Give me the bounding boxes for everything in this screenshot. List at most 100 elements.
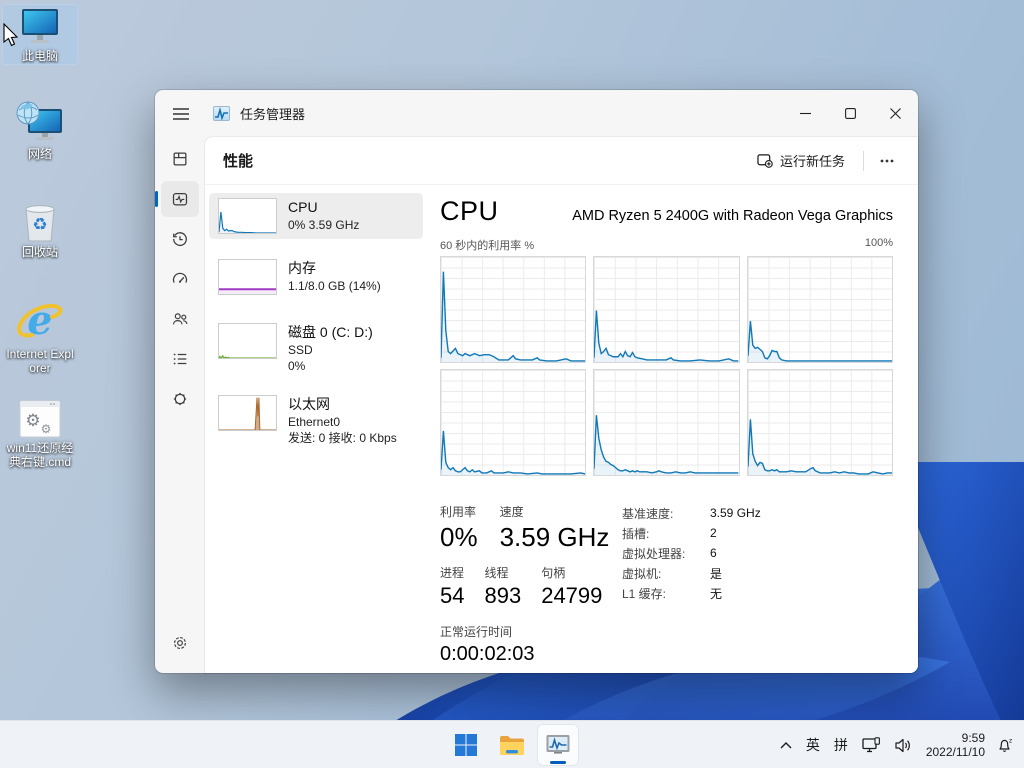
core-graph-2[interactable] <box>593 256 739 363</box>
run-new-task-label: 运行新任务 <box>780 151 845 170</box>
speaker-icon[interactable] <box>890 734 918 757</box>
windows-start-icon <box>454 733 478 757</box>
header-divider <box>863 151 864 171</box>
stat-value-speed: 3.59 GHz <box>500 522 610 552</box>
sidebar-item-app-history[interactable] <box>161 221 199 257</box>
desktop-icon-label: 此电脑 <box>22 49 58 63</box>
sidebar-item-performance[interactable] <box>161 181 199 217</box>
core-graph-4[interactable] <box>440 369 586 476</box>
sidebar-item-startup-apps[interactable] <box>161 261 199 297</box>
users-icon <box>171 310 189 328</box>
core-graph-3[interactable] <box>747 256 893 363</box>
task-manager-taskbar-button[interactable] <box>538 725 578 765</box>
metric-subtitle: SSD <box>288 342 373 358</box>
metric-subtitle2: 0% <box>288 358 373 374</box>
metric-subtitle: 0% 3.59 GHz <box>288 217 359 233</box>
desktop-icon-recycle-bin[interactable]: ♻ 回收站 <box>2 196 78 261</box>
content-panel: 性能 运行新任务 CPU 0% 3.59 <box>205 137 918 673</box>
detail-value: 3.59 GHz <box>710 506 761 520</box>
stat-value-handles: 24799 <box>541 583 602 609</box>
sidebar-item-settings[interactable] <box>161 625 199 661</box>
start-button[interactable] <box>446 725 486 765</box>
sidebar-item-processes[interactable] <box>161 141 199 177</box>
tray-time: 9:59 <box>926 731 985 745</box>
stat-value-utilization: 0% <box>440 522 478 552</box>
cpu-model-subtitle: AMD Ryzen 5 2400G with Radeon Vega Graph… <box>572 208 893 224</box>
core-graph-1[interactable] <box>440 256 586 363</box>
hamburger-menu-icon[interactable] <box>163 98 199 130</box>
stat-label-uptime: 正常运行时间 <box>440 623 893 640</box>
more-options-ellipsis-icon[interactable] <box>872 153 902 169</box>
detail-value: 无 <box>710 585 722 602</box>
list-item-ethernet[interactable]: 以太网 Ethernet0 发送: 0 接收: 0 Kbps <box>209 390 423 451</box>
stat-value-processes: 54 <box>440 583 464 609</box>
desktop-icon-internet-explorer[interactable]: e Internet Explorer <box>2 294 78 377</box>
close-icon[interactable] <box>873 90 918 137</box>
desktop-icon-label: win11还原经典右键.cmd <box>3 441 77 469</box>
run-new-task-button[interactable]: 运行新任务 <box>747 145 855 176</box>
stat-label-processes: 进程 <box>440 564 464 581</box>
desktop-icon-network[interactable]: 网络 <box>2 98 78 163</box>
task-manager-taskbar-icon <box>545 734 571 756</box>
list-item-memory[interactable]: 内存 1.1/8.0 GB (14%) <box>209 254 423 300</box>
page-header: 性能 运行新任务 <box>205 137 918 185</box>
desktop-icon-label: Internet Explorer <box>3 347 77 375</box>
this-pc-monitor-icon <box>17 7 63 47</box>
cmd-script-gears-icon: ⚙ ⚙ <box>18 399 62 439</box>
disk-mini-graph <box>218 323 277 359</box>
sidebar-item-users[interactable] <box>161 301 199 337</box>
list-item-disk[interactable]: 磁盘 0 (C: D:) SSD 0% <box>209 318 423 379</box>
per-core-graph-grid <box>440 256 893 476</box>
metric-subtitle: Ethernet0 <box>288 414 397 430</box>
page-title: 性能 <box>223 150 253 171</box>
startup-apps-icon <box>171 270 189 288</box>
memory-mini-graph <box>218 259 277 295</box>
detail-value: 6 <box>710 546 717 560</box>
ime-language-indicator[interactable]: 英 <box>801 731 825 759</box>
metric-title: 内存 <box>288 259 381 278</box>
list-item-cpu[interactable]: CPU 0% 3.59 GHz <box>209 193 423 239</box>
new-task-window-plus-icon <box>757 153 773 168</box>
internet-explorer-icon: e <box>16 297 64 345</box>
core-graph-5[interactable] <box>593 369 739 476</box>
detail-value: 2 <box>710 526 717 540</box>
recycle-bin-icon: ♻ <box>20 199 60 243</box>
cpu-spec-details: 基准速度:3.59 GHz 插槽:2 虚拟处理器:6 虚拟机:是 L1 缓存:无 <box>622 503 761 603</box>
ime-pinyin-indicator[interactable]: 拼 <box>829 731 853 759</box>
window-title: 任务管理器 <box>240 104 305 123</box>
taskbar: 英 拼 9:59 2022/11/10 z <box>0 720 1024 768</box>
detail-label: L1 缓存: <box>622 585 710 602</box>
core-graph-6[interactable] <box>747 369 893 476</box>
desktop-icon-cmd-script[interactable]: ⚙ ⚙ win11还原经典右键.cmd <box>2 396 78 471</box>
mouse-cursor <box>1 23 21 49</box>
svg-text:⚙: ⚙ <box>25 411 40 431</box>
window-controls <box>783 90 918 137</box>
metric-title: 磁盘 0 (C: D:) <box>288 323 373 342</box>
window-titlebar: 任务管理器 <box>155 90 918 137</box>
sidebar-item-details[interactable] <box>161 341 199 377</box>
metric-title: CPU <box>288 198 359 217</box>
tray-chevron-up-icon[interactable] <box>775 738 797 753</box>
stat-label-threads: 线程 <box>484 564 521 581</box>
focus-assist-bell-icon[interactable]: z <box>991 733 1018 758</box>
axis-label-max: 100% <box>865 237 893 253</box>
detail-label: 基准速度: <box>622 505 710 522</box>
tray-clock[interactable]: 9:59 2022/11/10 <box>926 731 985 759</box>
svg-text:♻: ♻ <box>32 215 47 235</box>
tray-date: 2022/11/10 <box>926 745 985 759</box>
svg-text:⚙: ⚙ <box>41 422 52 436</box>
maximize-icon[interactable] <box>828 90 873 137</box>
sidebar-item-services[interactable] <box>161 381 199 417</box>
desktop-icon-label: 回收站 <box>22 245 58 259</box>
details-icon <box>171 350 189 368</box>
stat-label-utilization: 利用率 <box>440 503 478 520</box>
cpu-heading: CPU <box>440 196 499 227</box>
task-manager-app-icon <box>213 106 230 121</box>
detail-label: 虚拟机: <box>622 565 710 582</box>
minimize-icon[interactable] <box>783 90 828 137</box>
app-history-icon <box>171 230 189 248</box>
network-icon[interactable] <box>857 733 886 758</box>
file-explorer-button[interactable] <box>492 725 532 765</box>
detail-value: 是 <box>710 565 722 582</box>
detail-label: 虚拟处理器: <box>622 545 710 562</box>
